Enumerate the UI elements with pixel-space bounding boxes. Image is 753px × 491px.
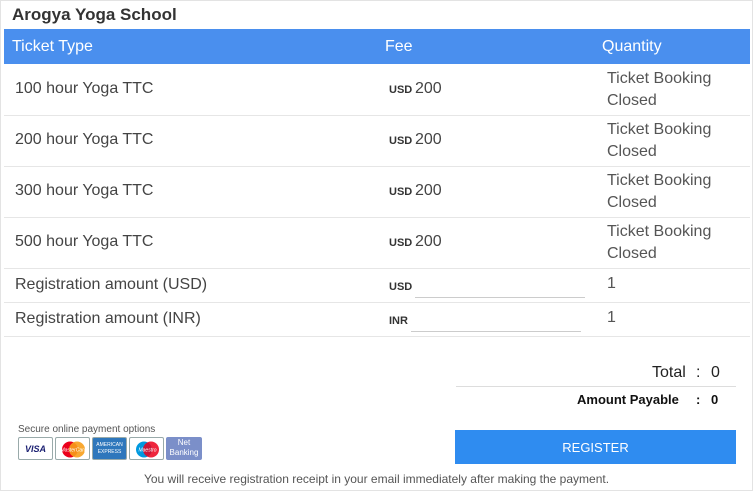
maestro-card-icon: Maestro xyxy=(129,437,164,460)
ticket-name: 200 hour Yoga TTC xyxy=(15,131,154,148)
registration-usd-input[interactable] xyxy=(415,273,585,298)
totals-divider xyxy=(456,386,736,387)
fee-currency: USD xyxy=(389,237,413,249)
registration-name: Registration amount (USD) xyxy=(15,276,208,293)
amount-payable-colon: : xyxy=(696,392,701,407)
mastercard-label: MasterCard xyxy=(60,448,86,454)
page-title: Arogya Yoga School xyxy=(12,5,177,24)
registration-name: Registration amount (INR) xyxy=(15,310,201,327)
table-row: Registration amount (INR) INR 1 xyxy=(4,303,750,337)
fee-currency: USD xyxy=(389,135,413,147)
ticket-name: 300 hour Yoga TTC xyxy=(15,182,154,199)
registration-quantity: 1 xyxy=(607,275,616,292)
amex-card-icon: AMERICAN EXPRESS xyxy=(92,437,127,460)
net-banking-icon: Net Banking xyxy=(166,437,202,460)
fee-currency: USD xyxy=(389,84,413,96)
quantity-status: Ticket Booking Closed xyxy=(607,223,712,262)
amount-payable-value: 0 xyxy=(711,392,719,407)
column-ticket-type: Ticket Type xyxy=(12,38,93,55)
ticket-name: 500 hour Yoga TTC xyxy=(15,233,154,250)
registration-currency: USD xyxy=(389,281,413,293)
fee-amount: 200 xyxy=(415,233,442,250)
total-label: Total xyxy=(652,364,686,381)
quantity-status: Ticket Booking Closed xyxy=(607,70,712,109)
register-button[interactable]: REGISTER xyxy=(455,430,736,464)
mastercard-icon: MasterCard xyxy=(55,437,90,460)
registration-quantity: 1 xyxy=(607,309,616,326)
visa-card-icon: VISA xyxy=(18,437,53,460)
table-row: 300 hour Yoga TTC USD 200 Ticket Booking… xyxy=(4,167,750,218)
maestro-label: Maestro xyxy=(138,448,156,454)
registration-currency: INR xyxy=(389,315,408,327)
secure-payment-text: Secure online payment options xyxy=(18,424,156,435)
total-value: 0 xyxy=(711,364,720,381)
fee-amount: 200 xyxy=(415,80,442,97)
table-header: Ticket Type Fee Quantity xyxy=(4,29,750,64)
fee-currency: USD xyxy=(389,186,413,198)
column-quantity: Quantity xyxy=(602,38,662,55)
registration-inr-input[interactable] xyxy=(411,307,581,332)
table-row: 200 hour Yoga TTC USD 200 Ticket Booking… xyxy=(4,116,750,167)
total-colon: : xyxy=(696,364,701,381)
table-row: 500 hour Yoga TTC USD 200 Ticket Booking… xyxy=(4,218,750,269)
amount-payable-label: Amount Payable xyxy=(577,392,679,407)
quantity-status: Ticket Booking Closed xyxy=(607,172,712,211)
column-fee: Fee xyxy=(385,38,413,55)
ticket-name: 100 hour Yoga TTC xyxy=(15,80,154,97)
fee-amount: 200 xyxy=(415,131,442,148)
quantity-status: Ticket Booking Closed xyxy=(607,121,712,160)
receipt-note: You will receive registration receipt in… xyxy=(143,472,610,486)
fee-amount: 200 xyxy=(415,182,442,199)
table-row: Registration amount (USD) USD 1 xyxy=(4,269,750,303)
table-row: 100 hour Yoga TTC USD 200 Ticket Booking… xyxy=(4,65,750,116)
